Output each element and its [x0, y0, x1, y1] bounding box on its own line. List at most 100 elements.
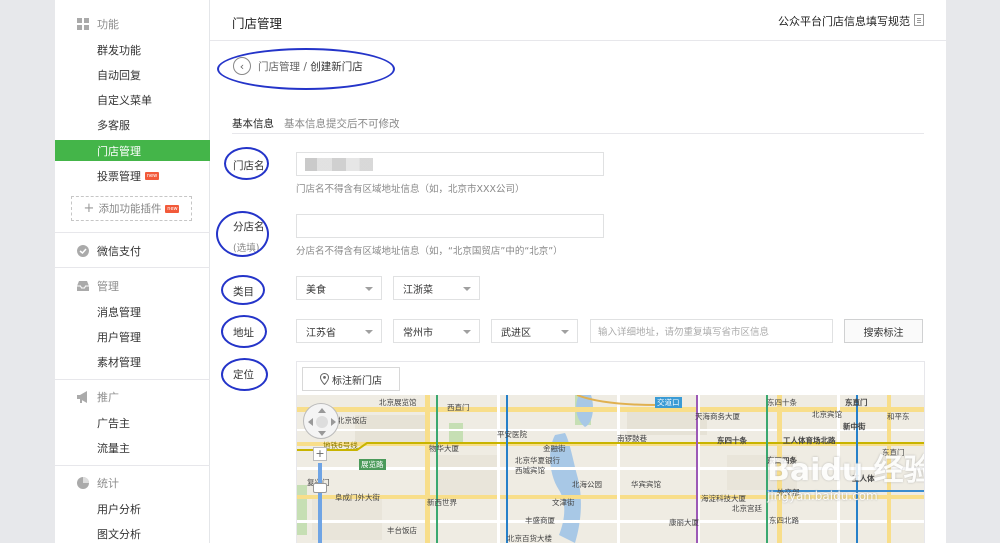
divider — [55, 267, 210, 268]
caret-down-icon — [463, 287, 471, 291]
sidebar-item-user-manage[interactable]: 用户管理 — [55, 327, 210, 347]
annotation-circle-branch-name — [216, 211, 269, 257]
sidebar-section-label: 微信支付 — [97, 245, 141, 258]
map-label: 北京饭店 — [337, 416, 367, 425]
sidebar-item-multi-service[interactable]: 多客服 — [55, 115, 210, 135]
map-label: 华宾宾馆 — [631, 480, 661, 489]
branch-name-hint: 分店名不得含有区域地址信息（如，“北京国贸店”中的“北京”） — [296, 246, 563, 257]
map-label: 物华大厦 — [429, 444, 459, 453]
sidebar-item-mass-send[interactable]: 群发功能 — [55, 40, 210, 60]
map-label: 丰台饭店 — [387, 526, 417, 535]
select-value: 常州市 — [403, 327, 433, 339]
pie-chart-icon — [77, 477, 89, 489]
store-name-input[interactable] — [296, 152, 604, 176]
map-label: 丰盛商厦 — [525, 516, 555, 525]
select-value: 美食 — [306, 284, 326, 296]
page-header: 门店管理 公众平台门店信息填写规范 — [210, 0, 946, 41]
pan-arrows-icon — [308, 408, 336, 436]
caret-down-icon — [365, 287, 373, 291]
sidebar-section-promotion: 推广 — [55, 386, 210, 408]
sidebar-section-manage: 管理 — [55, 275, 210, 297]
map-label: 北京展览馆 — [379, 398, 417, 407]
grid-icon — [77, 18, 89, 30]
map-pin-icon — [320, 373, 329, 385]
megaphone-icon — [77, 391, 87, 403]
zoom-slider-handle[interactable] — [313, 483, 327, 493]
inbox-icon — [77, 281, 89, 291]
sidebar-item-traffic-master[interactable]: 流量主 — [55, 438, 210, 458]
sidebar-section-label: 管理 — [97, 280, 119, 293]
map-label: 东四十条 — [767, 398, 797, 407]
map-view[interactable]: 北京展览馆 北京饭店 西直门 地铁6号线 展览路 物华大厦 平安医院 金融街 北… — [297, 395, 924, 543]
sidebar-item-label: 投票管理 — [97, 170, 141, 183]
map-label: 交道口 — [655, 397, 682, 408]
mark-new-store-label: 标注新门店 — [332, 375, 382, 387]
map-pan-control[interactable] — [303, 403, 339, 439]
search-mark-button[interactable]: 搜索标注 — [844, 319, 923, 343]
sidebar-item-message-manage[interactable]: 消息管理 — [55, 302, 210, 322]
map-label: 北京宾馆 — [812, 410, 842, 419]
add-plugin-label: 添加功能插件 — [98, 203, 162, 215]
map-label: 西城宾馆 — [515, 466, 545, 475]
annotation-circle-breadcrumb — [217, 48, 395, 90]
annotation-circle-location — [221, 358, 268, 391]
map-label: 北京百货大楼 — [507, 534, 552, 543]
map-label: 北海公园 — [572, 480, 602, 489]
map-label: 和平东 — [887, 412, 910, 421]
province-select[interactable]: 江苏省 — [296, 319, 382, 343]
guide-link[interactable]: 公众平台门店信息填写规范 — [778, 13, 910, 29]
sidebar-section-statistics: 统计 — [55, 472, 210, 494]
map-label: 康丽大厦 — [669, 518, 699, 527]
map-label: 东四十条 — [717, 436, 747, 445]
caret-down-icon — [561, 330, 569, 334]
new-badge: new — [165, 204, 180, 213]
map-label: 南锣鼓巷 — [617, 434, 647, 443]
divider — [55, 379, 210, 380]
document-icon[interactable] — [914, 14, 924, 26]
sidebar-item-auto-reply[interactable]: 自动回复 — [55, 65, 210, 85]
watermark-url: jingyan.baidu.com — [767, 489, 878, 503]
sidebar-item-custom-menu[interactable]: 自定义菜单 — [55, 90, 210, 110]
zoom-slider[interactable] — [318, 463, 322, 543]
map-label: 西直门 — [447, 403, 470, 412]
sidebar-section-label: 推广 — [97, 391, 119, 404]
map-label: 新中街 — [843, 422, 866, 431]
divider — [55, 465, 210, 466]
sidebar: 功能 群发功能 自动回复 自定义菜单 多客服 门店管理 投票管理 new + 添… — [55, 0, 210, 543]
page-title: 门店管理 — [232, 16, 283, 31]
plus-icon: + — [83, 201, 95, 216]
category-secondary-select[interactable]: 江浙菜 — [393, 276, 480, 300]
zoom-in-button[interactable]: + — [313, 447, 327, 461]
sidebar-section-wechat-pay[interactable]: 微信支付 — [55, 240, 210, 262]
district-select[interactable]: 武进区 — [491, 319, 578, 343]
map-label: 平安医院 — [497, 430, 527, 439]
map-label: 金融街 — [543, 444, 566, 453]
city-select[interactable]: 常州市 — [393, 319, 480, 343]
pay-icon — [77, 245, 89, 257]
sidebar-item-store-manage[interactable]: 门店管理 — [55, 140, 210, 161]
map-label: 阜成门外大街 — [335, 493, 380, 502]
caret-down-icon — [463, 330, 471, 334]
store-name-hint: 门店名不得含有区域地址信息（如，北京市XXX公司） — [296, 184, 525, 195]
map-label: 地铁6号线 — [323, 441, 358, 450]
new-badge: new — [145, 172, 159, 180]
select-value: 武进区 — [501, 327, 531, 339]
sidebar-item-user-analysis[interactable]: 用户分析 — [55, 499, 210, 519]
sidebar-section-label: 统计 — [97, 477, 119, 490]
branch-name-input[interactable] — [296, 214, 604, 238]
sidebar-section-features: 功能 — [55, 13, 210, 35]
sidebar-item-advertiser[interactable]: 广告主 — [55, 413, 210, 433]
tab-note: 基本信息提交后不可修改 — [284, 118, 400, 130]
sidebar-item-vote-manage[interactable]: 投票管理 new — [55, 166, 210, 186]
sidebar-item-article-analysis[interactable]: 图文分析 — [55, 524, 210, 543]
tab-basic-info[interactable]: 基本信息 — [232, 116, 274, 131]
add-plugin-button[interactable]: + 添加功能插件 new — [71, 196, 192, 221]
sidebar-item-material-manage[interactable]: 素材管理 — [55, 352, 210, 372]
sidebar-section-label: 功能 — [97, 18, 119, 31]
map-label: 东四北路 — [769, 516, 799, 525]
address-detail-input[interactable]: 输入详细地址，请勿重复填写省市区信息 — [590, 319, 833, 343]
mark-new-store-button[interactable]: 标注新门店 — [302, 367, 400, 391]
caret-down-icon — [365, 330, 373, 334]
category-primary-select[interactable]: 美食 — [296, 276, 382, 300]
redacted-value — [305, 158, 373, 171]
